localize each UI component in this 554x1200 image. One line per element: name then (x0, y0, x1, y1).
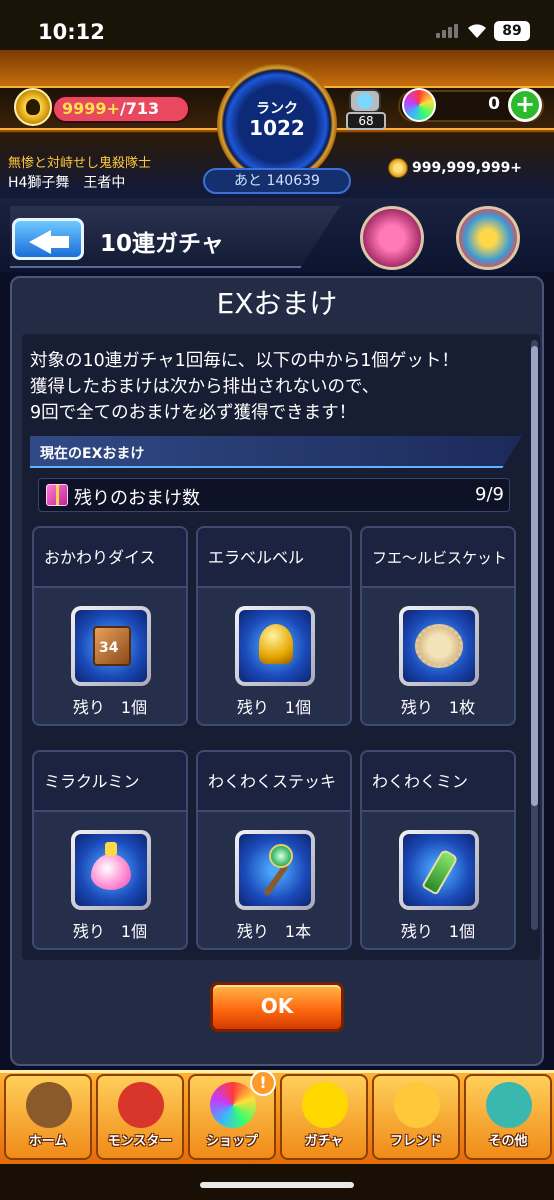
nav-other[interactable]: その他 (464, 1074, 552, 1160)
wand-icon (263, 863, 289, 897)
rank-value: 1022 (249, 116, 305, 140)
ok-button[interactable]: OK (210, 982, 344, 1032)
item-remaining: 残り 1個 (72, 698, 148, 717)
nav-home[interactable]: ホーム (4, 1074, 92, 1160)
stamina-bar[interactable]: 9999+/713 (52, 95, 190, 123)
remaining-value: 9/9 (475, 484, 504, 505)
item-remaining: 残り 1個 (400, 922, 476, 941)
modal-description: 対象の10連ガチャ1回毎に、以下の中から1個ゲット！ 獲得したおまけは次から排出… (30, 348, 530, 426)
shop-notification-badge: ! (250, 1070, 276, 1096)
wifi-icon (468, 24, 486, 38)
item-icon-frame (71, 830, 151, 910)
home-indicator[interactable] (200, 1182, 354, 1188)
item-card[interactable]: わくわくミン 残り 1個 (360, 750, 516, 950)
item-card[interactable]: わくわくステッキ 残り 1本 (196, 750, 352, 950)
item-card[interactable]: おかわりダイス 残り 1個 (32, 526, 188, 726)
nav-label: ショップ (205, 1134, 258, 1149)
rank-label: ランク (256, 101, 298, 117)
item-icon-frame (71, 606, 151, 686)
rank-badge[interactable]: ランク 1022 (217, 64, 337, 184)
item-name: おかわりダイス (34, 528, 186, 588)
battery-icon: 89 (494, 21, 530, 41)
bottle-icon (421, 848, 459, 896)
dice-icon (93, 626, 131, 666)
item-card[interactable]: エラベルベル 残り 1個 (196, 526, 352, 726)
item-card[interactable]: ミラクルミン 残り 1個 (32, 750, 188, 950)
coin-count: 999,999,999+ (412, 160, 523, 176)
gacha-thumbnail-gift[interactable] (360, 206, 424, 270)
nav-label: フレンド (389, 1134, 442, 1149)
home-icon (26, 1082, 72, 1128)
shop-orb-icon (210, 1082, 256, 1128)
monster-icon (118, 1082, 164, 1128)
nav-label: その他 (488, 1134, 528, 1149)
item-remaining: 残り 1個 (236, 698, 312, 717)
item-icon-frame (235, 606, 315, 686)
gem-count: 68 (346, 112, 386, 130)
description-line: 9回で全てのおまけを必ず獲得できます！ (30, 403, 357, 423)
nav-gacha[interactable]: ガチャ (280, 1074, 368, 1160)
nav-friend[interactable]: フレンド (372, 1074, 460, 1160)
item-name: わくわくミン (362, 752, 514, 812)
nav-label: ガチャ (304, 1134, 344, 1149)
item-name: フエ〜ルビスケット (362, 528, 514, 588)
gift-icon (46, 484, 68, 506)
gacha-thumbnail-star[interactable] (456, 206, 520, 270)
section-label: 現在のEXおまけ (40, 446, 145, 462)
item-icon-frame (399, 830, 479, 910)
coin-icon (388, 158, 408, 178)
signal-icon (436, 24, 460, 38)
page-title: 10連ガチャ (100, 231, 224, 257)
bell-icon (259, 624, 293, 664)
item-remaining: 残り 1枚 (400, 698, 476, 717)
description-line: 対象の10連ガチャ1回毎に、以下の中から1個ゲット！ (30, 351, 459, 371)
other-icon (486, 1082, 532, 1128)
scrollbar-thumb[interactable] (531, 346, 538, 806)
item-icon-frame (235, 830, 315, 910)
stamina-current: 9999+ (62, 99, 120, 118)
gacha-icon (302, 1082, 348, 1128)
player-title: 無惨と対峙せし鬼殺隊士 (8, 156, 152, 171)
add-orb-button[interactable]: + (508, 88, 542, 122)
stamina-icon (14, 88, 52, 126)
stamina-max: /713 (119, 99, 160, 118)
modal-title: EXおまけ (216, 287, 338, 320)
item-card[interactable]: フエ〜ルビスケット 残り 1枚 (360, 526, 516, 726)
item-name: エラベルベル (198, 528, 350, 588)
player-name: H4獅子舞 王者中 (8, 175, 126, 191)
status-bar: 10:12 89 (0, 0, 554, 50)
item-icon-frame (399, 606, 479, 686)
back-button[interactable] (12, 218, 84, 260)
item-name: わくわくステッキ (198, 752, 350, 812)
item-name: ミラクルミン (34, 752, 186, 812)
item-remaining: 残り 1個 (72, 922, 148, 941)
heart-potion-icon (91, 842, 131, 890)
nav-monster[interactable]: モンスター (96, 1074, 184, 1160)
wand-head-icon (269, 844, 293, 868)
status-time: 10:12 (38, 20, 105, 44)
rank-next-exp: あと 140639 (203, 168, 351, 194)
nav-label: ホーム (28, 1134, 68, 1149)
orb-icon (402, 88, 436, 122)
friend-icon (394, 1082, 440, 1128)
description-line: 獲得したおまけは次から排出されないので、 (30, 377, 380, 397)
item-remaining: 残り 1本 (236, 922, 312, 941)
biscuit-icon (415, 624, 463, 668)
orb-count: 0 (488, 94, 500, 114)
nav-label: モンスター (107, 1134, 173, 1149)
remaining-label: 残りのおまけ数 (74, 488, 200, 509)
